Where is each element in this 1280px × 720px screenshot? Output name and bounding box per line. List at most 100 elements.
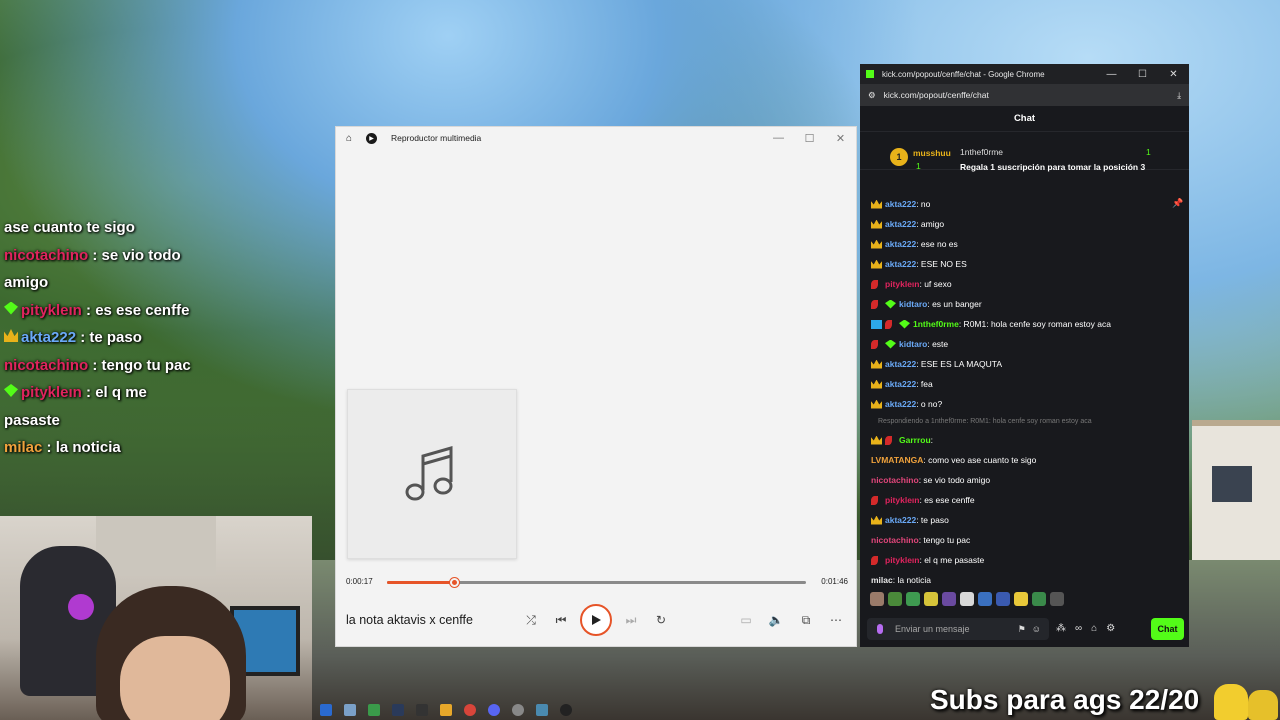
crown-badge-icon — [871, 239, 882, 249]
minion-icon — [1248, 690, 1278, 720]
emote-bar — [870, 592, 1064, 606]
overlay-message: : tengo tu pac — [88, 356, 191, 374]
volume-icon[interactable]: 🔈 — [761, 613, 791, 628]
emote[interactable] — [924, 592, 938, 606]
chat-message-text: : amigo — [916, 219, 945, 229]
chat-username[interactable]: akta222 — [885, 254, 916, 274]
emote[interactable] — [906, 592, 920, 606]
chat-message-text: : — [930, 435, 934, 445]
explorer-icon[interactable] — [344, 704, 356, 716]
settings-icon[interactable]: ⚙ — [1106, 623, 1115, 634]
chat-username[interactable]: LVMATANGA — [871, 450, 923, 470]
app-icon[interactable] — [512, 704, 524, 716]
more-options-icon[interactable]: ⋯ — [821, 613, 851, 628]
close-button[interactable]: ✕ — [825, 132, 856, 145]
chat-message-text: : este — [927, 339, 949, 349]
pepper-badge-icon — [885, 435, 892, 445]
minimize-button[interactable]: — — [763, 132, 794, 145]
maximize-button[interactable]: ☐ — [794, 132, 825, 145]
crown-badge-icon — [871, 399, 882, 409]
chat-username[interactable]: nicotachino — [871, 530, 919, 550]
emote[interactable] — [888, 592, 902, 606]
play-button[interactable] — [580, 604, 612, 636]
media-player-window: ⌂ ▶ Reproductor multimedia — ☐ ✕ 0:00:17… — [335, 126, 857, 647]
chat-input[interactable]: Enviar un mensaje ⚑ ☺ — [867, 618, 1049, 640]
emoji-icon[interactable]: ☺ — [1032, 624, 1041, 634]
chat-username[interactable]: kidtaro — [899, 294, 927, 314]
chat-username[interactable]: kidtaro — [899, 334, 927, 354]
maximize-button[interactable]: ☐ — [1127, 69, 1158, 80]
chat-username[interactable]: akta222 — [885, 214, 916, 234]
send-chat-button[interactable]: Chat — [1151, 618, 1184, 640]
chat-message: akta222: amigo — [860, 214, 1189, 234]
pepper-badge-icon — [885, 319, 892, 329]
emote[interactable] — [1050, 592, 1064, 606]
chat-username[interactable]: Garrrou — [899, 430, 931, 450]
app-icon[interactable] — [536, 704, 548, 716]
steam-icon[interactable] — [392, 704, 404, 716]
emote[interactable] — [942, 592, 956, 606]
next-icon[interactable]: ⏭ — [616, 613, 646, 628]
emote[interactable] — [960, 592, 974, 606]
gift-prompt: Regala 1 suscripción para tomar la posic… — [960, 162, 1146, 172]
miniplayer-icon[interactable]: ⧉ — [791, 613, 821, 628]
app-icon[interactable] — [488, 704, 500, 716]
app-icon[interactable] — [416, 704, 428, 716]
chat-message-text: : no — [916, 199, 931, 209]
store-icon[interactable]: ⌂ — [1091, 623, 1097, 634]
chat-username[interactable]: nicotachino — [871, 470, 919, 490]
chat-username[interactable]: pitykleın — [885, 550, 919, 570]
chat-username[interactable]: pitykleın — [885, 490, 919, 510]
users-icon[interactable]: ⁂ — [1056, 623, 1066, 634]
app-icon[interactable] — [440, 704, 452, 716]
microphone-icon[interactable] — [877, 624, 883, 634]
seek-handle[interactable] — [450, 578, 460, 587]
pepper-badge-icon — [871, 279, 878, 289]
emote[interactable] — [1014, 592, 1028, 606]
overlay-username: pitykleın — [21, 384, 82, 401]
chat-message: akta222: o no? — [860, 394, 1189, 414]
emote[interactable] — [1032, 592, 1046, 606]
seek-track[interactable] — [387, 578, 806, 587]
previous-icon[interactable]: ⏮ — [546, 613, 576, 628]
chat-username[interactable]: akta222 — [885, 374, 916, 394]
pepper-badge-icon — [871, 555, 878, 565]
seek-progress — [387, 581, 455, 584]
chat-username[interactable]: 1nthef0rme — [913, 314, 959, 334]
close-button[interactable]: ✕ — [1158, 69, 1189, 80]
play-icon — [592, 615, 601, 625]
overlay-username: akta222 — [21, 329, 77, 346]
chat-username[interactable]: akta222 — [885, 510, 916, 530]
chat-message: akta222: fea — [860, 374, 1189, 394]
chat-username[interactable]: milac — [871, 570, 893, 590]
subtitles-icon[interactable]: ▭ — [731, 613, 761, 628]
outlook-icon[interactable] — [320, 704, 332, 716]
home-icon[interactable]: ⌂ — [346, 133, 352, 144]
chat-username[interactable]: pitykleın — [885, 274, 919, 294]
chat-username[interactable]: akta222 — [885, 234, 916, 254]
emote[interactable] — [996, 592, 1010, 606]
chat-message-text: : tengo tu pac — [918, 535, 971, 545]
emote[interactable] — [870, 592, 884, 606]
app-icon[interactable] — [368, 704, 380, 716]
chat-username[interactable]: akta222 — [885, 194, 916, 214]
translate-icon[interactable]: ⚑ — [1018, 624, 1026, 635]
seek-bar[interactable]: 0:00:17 0:01:46 — [346, 575, 848, 589]
download-icon[interactable]: ⤓ — [1177, 90, 1181, 101]
chat-username[interactable]: akta222 — [885, 394, 916, 414]
chrome-icon[interactable] — [464, 704, 476, 716]
media-player-taskbar-icon[interactable] — [560, 704, 572, 716]
minimize-button[interactable]: — — [1096, 69, 1127, 80]
emote[interactable] — [978, 592, 992, 606]
chat-username[interactable]: akta222 — [885, 354, 916, 374]
shuffle-icon[interactable]: ⤮ — [516, 613, 546, 628]
overlay-chat-line: nicotachino : se vio todo — [4, 242, 304, 270]
chat-message: LVMATANGA: como veo ase cuanto te sigo — [860, 450, 1189, 470]
site-settings-icon[interactable]: ⚙ — [868, 90, 876, 101]
infinity-icon[interactable]: ∞ — [1075, 623, 1082, 634]
streamer-face — [120, 636, 230, 720]
repeat-icon[interactable]: ↻ — [646, 613, 676, 627]
address-bar[interactable]: ⚙ kick.com/popout/cenffe/chat ⤓ — [860, 84, 1189, 106]
overlay-username: nicotachino — [4, 356, 89, 374]
chat-message: akta222: ESE NO ES — [860, 254, 1189, 274]
